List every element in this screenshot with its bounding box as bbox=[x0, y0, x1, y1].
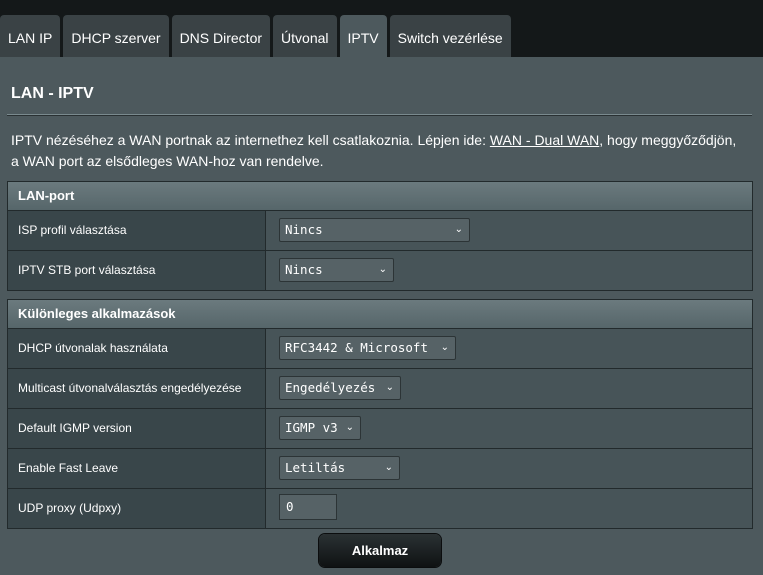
dhcp-routes-row: DHCP útvonalak használata RFC3442 & Micr… bbox=[8, 329, 752, 369]
isp-profile-value: Nincs bbox=[285, 222, 323, 237]
tab-bar: LAN IP DHCP szerver DNS Director Útvonal… bbox=[0, 15, 511, 57]
chevron-down-icon: ⌄ bbox=[440, 342, 449, 353]
lan-port-section: LAN-port ISP profil választása Nincs ⌄ I… bbox=[7, 181, 753, 291]
tab-dns-director[interactable]: DNS Director bbox=[171, 15, 271, 57]
tab-dhcp-server[interactable]: DHCP szerver bbox=[63, 15, 169, 57]
multicast-select[interactable]: Engedélyezés ⌄ bbox=[279, 376, 401, 400]
wan-dual-wan-link[interactable]: WAN - Dual WAN bbox=[490, 132, 599, 148]
udpxy-row: UDP proxy (Udpxy) 0 bbox=[8, 489, 752, 528]
igmp-select[interactable]: IGMP v3 ⌄ bbox=[279, 416, 361, 440]
dhcp-routes-value: RFC3442 & Microsoft bbox=[285, 340, 428, 355]
igmp-row: Default IGMP version IGMP v3 ⌄ bbox=[8, 409, 752, 449]
chevron-down-icon: ⌄ bbox=[378, 264, 387, 275]
multicast-row: Multicast útvonalválasztás engedélyezése… bbox=[8, 369, 752, 409]
tab-lan-ip[interactable]: LAN IP bbox=[0, 15, 61, 57]
chevron-down-icon: ⌄ bbox=[454, 224, 463, 235]
apply-button[interactable]: Alkalmaz bbox=[319, 534, 441, 567]
tab-route[interactable]: Útvonal bbox=[273, 15, 337, 57]
multicast-value: Engedélyezés bbox=[285, 380, 376, 395]
dhcp-routes-label: DHCP útvonalak használata bbox=[8, 329, 266, 368]
igmp-label: Default IGMP version bbox=[8, 409, 266, 448]
tab-iptv[interactable]: IPTV bbox=[339, 15, 387, 57]
isp-profile-label: ISP profil választása bbox=[8, 211, 266, 250]
isp-profile-row: ISP profil választása Nincs ⌄ bbox=[8, 211, 752, 251]
dhcp-routes-select[interactable]: RFC3442 & Microsoft ⌄ bbox=[279, 336, 456, 360]
fast-leave-value: Letiltás bbox=[285, 460, 346, 475]
stb-port-label: IPTV STB port választása bbox=[8, 251, 266, 290]
stb-port-select[interactable]: Nincs ⌄ bbox=[279, 258, 394, 282]
multicast-label: Multicast útvonalválasztás engedélyezése bbox=[8, 369, 266, 408]
fast-leave-row: Enable Fast Leave Letiltás ⌄ bbox=[8, 449, 752, 489]
udpxy-input[interactable]: 0 bbox=[279, 494, 337, 520]
stb-port-row: IPTV STB port választása Nincs ⌄ bbox=[8, 251, 752, 290]
content-panel: LAN - IPTV IPTV nézéséhez a WAN portnak … bbox=[0, 57, 763, 575]
page-description: IPTV nézéséhez a WAN portnak az internet… bbox=[11, 130, 746, 172]
fast-leave-select[interactable]: Letiltás ⌄ bbox=[279, 456, 400, 480]
description-text-start: IPTV nézéséhez a WAN portnak az internet… bbox=[11, 132, 490, 148]
igmp-value: IGMP v3 bbox=[285, 420, 338, 435]
special-apps-section: Különleges alkalmazások DHCP útvonalak h… bbox=[7, 299, 753, 529]
fast-leave-label: Enable Fast Leave bbox=[8, 449, 266, 488]
chevron-down-icon: ⌄ bbox=[384, 462, 393, 473]
page-title: LAN - IPTV bbox=[11, 85, 94, 102]
tab-switch-control[interactable]: Switch vezérlése bbox=[389, 15, 511, 57]
isp-profile-select[interactable]: Nincs ⌄ bbox=[279, 218, 470, 242]
title-divider bbox=[7, 114, 752, 116]
udpxy-label: UDP proxy (Udpxy) bbox=[8, 489, 266, 528]
stb-port-value: Nincs bbox=[285, 262, 323, 277]
lan-port-header: LAN-port bbox=[8, 182, 752, 211]
special-apps-header: Különleges alkalmazások bbox=[8, 300, 752, 329]
chevron-down-icon: ⌄ bbox=[385, 382, 394, 393]
chevron-down-icon: ⌄ bbox=[345, 422, 354, 433]
